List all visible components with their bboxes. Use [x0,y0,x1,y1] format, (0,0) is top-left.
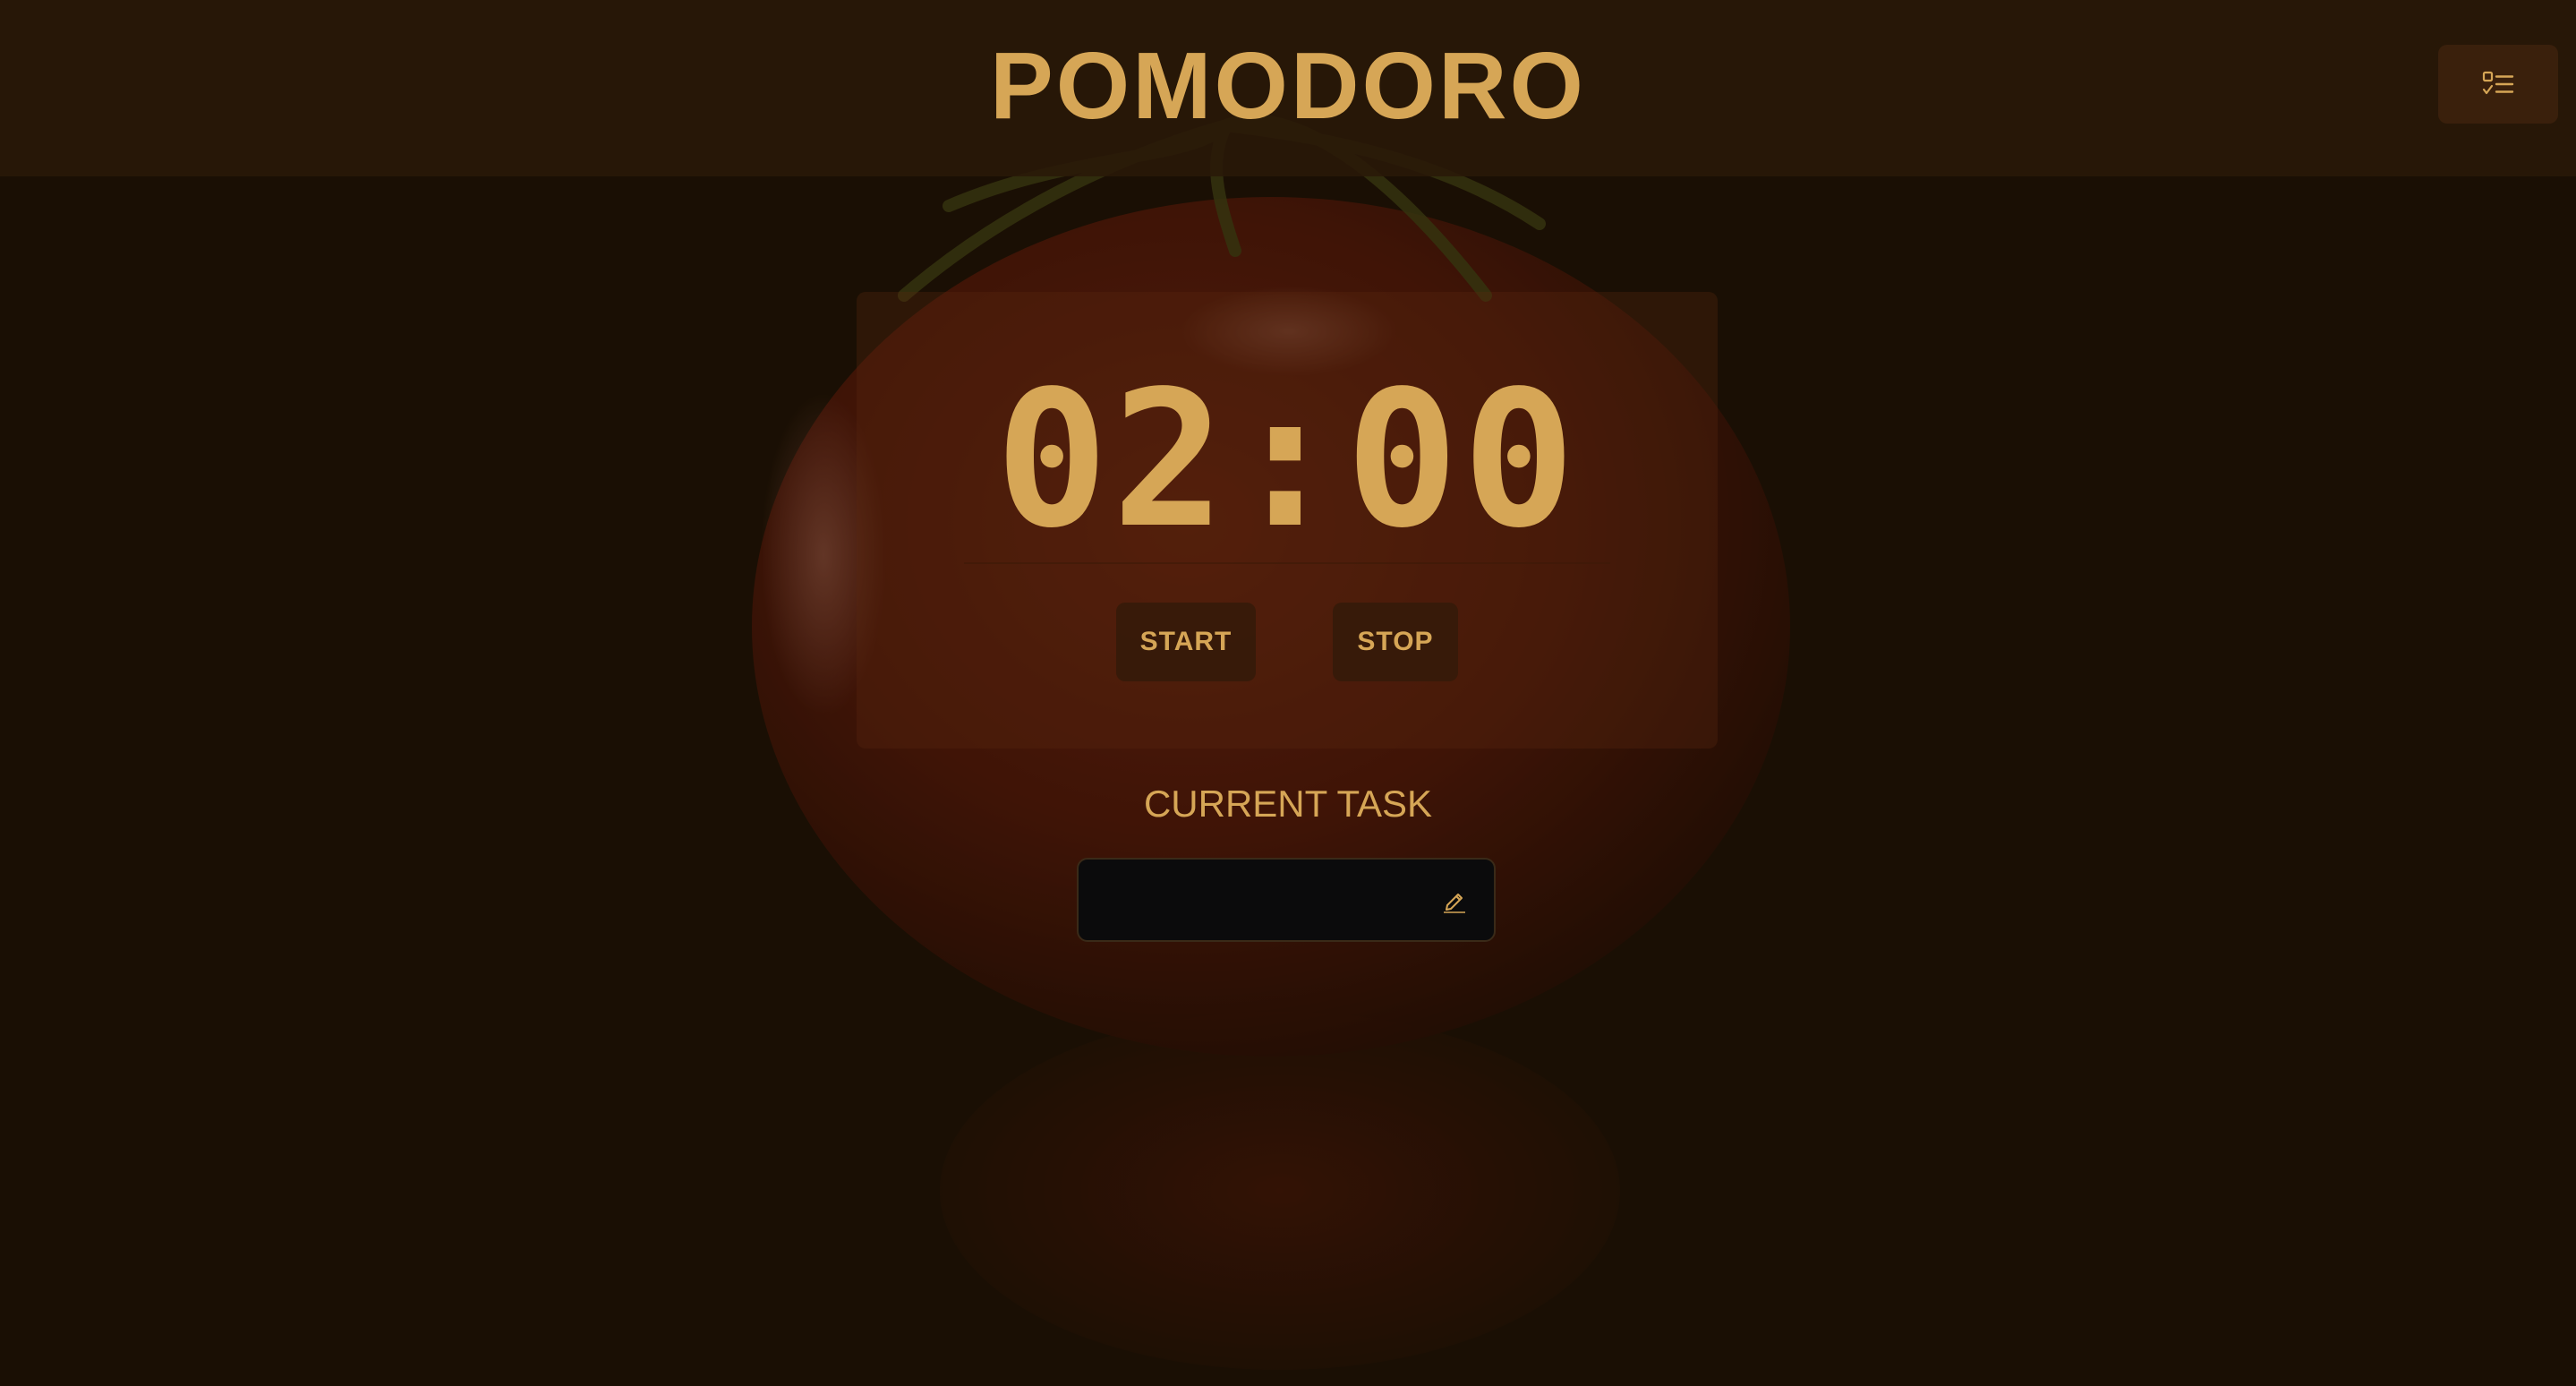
stop-button[interactable]: STOP [1333,603,1458,681]
current-task-heading: CURRENT TASK [1143,783,1433,825]
current-task-field [1077,858,1496,942]
timer-divider [964,562,1610,564]
start-button[interactable]: START [1116,603,1256,681]
app-root: POMODORO 02:00 START STOP CURRENT TASK [0,0,2576,1386]
task-list-icon [2482,71,2514,95]
pencil-icon [1444,894,1465,913]
task-list-button[interactable] [2438,45,2558,124]
app-title: POMODORO [990,33,1586,139]
current-task-input[interactable] [1098,860,1424,942]
timer-card: 02:00 START STOP [857,292,1718,749]
top-bar: POMODORO [0,0,2576,176]
edit-task-button[interactable] [1440,886,1469,914]
timer-display: 02:00 [994,350,1580,569]
